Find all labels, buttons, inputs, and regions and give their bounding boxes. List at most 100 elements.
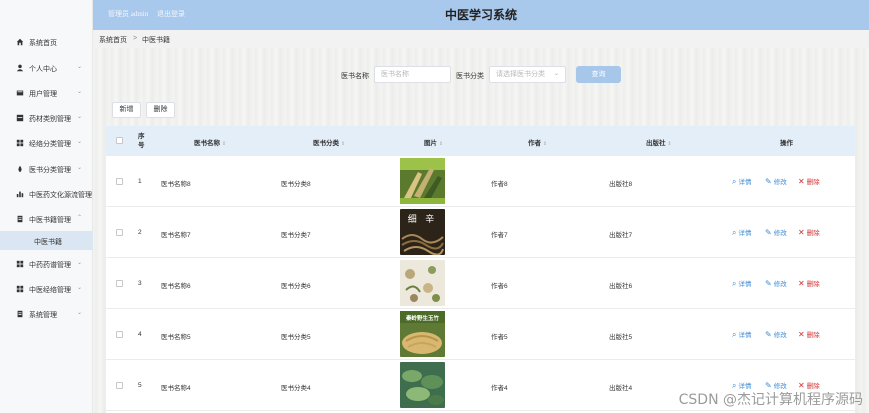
book-image — [400, 158, 445, 204]
pencil-icon: ✎ — [765, 279, 772, 288]
header-image[interactable]: 图片 ⇕ — [424, 137, 443, 147]
close-icon: ✕ — [798, 279, 805, 288]
sidebar-item-label: 中药药谱管理 — [29, 262, 71, 269]
row-book-name: 医书名称7 — [161, 232, 191, 239]
query-button[interactable]: 查询 — [576, 66, 621, 83]
watermark: CSDN @杰记计算机程序源码 — [678, 392, 863, 408]
row-publisher: 出版社4 — [609, 385, 633, 392]
delete-button[interactable]: ✕ 删除 — [798, 278, 820, 288]
sidebar-item-profile[interactable]: 个人中心 ⌄ — [0, 57, 93, 79]
detail-button[interactable]: ⌕ 详情 — [732, 329, 751, 340]
chevron-down-icon: ⌄ — [77, 165, 83, 171]
row-checkbox[interactable] — [116, 229, 123, 236]
header-category[interactable]: 医书分类 ⇕ — [313, 137, 345, 147]
delete-selected-button[interactable]: 删除 — [146, 102, 175, 118]
row-index: 2 — [138, 229, 142, 236]
row-author: 作者8 — [491, 181, 508, 188]
edit-button[interactable]: ✎ 修改 — [765, 278, 787, 288]
row-book-category: 医书分类8 — [281, 181, 311, 188]
edit-button[interactable]: ✎ 修改 — [765, 176, 787, 186]
select-all-checkbox[interactable] — [116, 137, 123, 144]
app-title: 中医学习系统 — [444, 8, 517, 22]
sidebar-item-label: 中医药文化源流管理 — [29, 192, 92, 199]
row-index: 3 — [138, 280, 142, 287]
sidebar: 系统首页 个人中心 ⌄ 用户管理 ⌄ 药材类别管理 ⌄ 经络分类管理 ⌄ 医书分… — [0, 0, 93, 413]
row-checkbox[interactable] — [116, 280, 123, 287]
sidebar-item-label: 药材类别管理 — [29, 116, 71, 123]
book-icon — [17, 310, 23, 318]
book-icon — [17, 215, 23, 223]
chevron-down-icon: ⌄ — [77, 285, 83, 291]
edit-button[interactable]: ✎ 修改 — [765, 329, 787, 339]
delete-button[interactable]: ✕ 删除 — [798, 329, 820, 339]
sidebar-item-label: 用户管理 — [29, 91, 57, 98]
row-author: 作者5 — [491, 334, 508, 341]
book-name-input[interactable]: 医书名称 — [374, 66, 451, 83]
detail-button[interactable]: ⌕ 详情 — [732, 176, 751, 187]
search-icon: ⌕ — [732, 330, 737, 339]
table-row: 3 医书名称6 医书分类6 作者6 出版社6 ⌕ 详情 ✎ 修改 ✕ 删除 — [106, 258, 855, 309]
grid-icon — [16, 260, 24, 268]
table-row: 2 医书名称7 医书分类7 细 辛 作者7 出版社7 ⌕ 详情 ✎ 修改 ✕ 删除 — [106, 207, 855, 258]
book-category-select[interactable]: 请选择医书分类 ⌄ — [489, 66, 566, 83]
sidebar-item-system[interactable]: 系统管理 ⌄ — [0, 303, 93, 325]
row-author: 作者4 — [491, 385, 508, 392]
breadcrumb-current: 中医书籍 — [142, 37, 170, 44]
row-book-name: 医书名称6 — [161, 283, 191, 290]
book-image: 秦岭野生玉竹 — [400, 311, 445, 357]
book-name-label: 医书名称 — [341, 73, 369, 80]
sidebar-item-book-category[interactable]: 医书分类管理 ⌄ — [0, 158, 93, 180]
chevron-down-icon: ⌄ — [77, 139, 83, 145]
sort-icon: ⇕ — [341, 141, 346, 147]
header-author[interactable]: 作者 ⇕ — [528, 137, 547, 147]
row-book-name: 医书名称8 — [161, 181, 191, 188]
book-image — [400, 260, 445, 306]
table-row: 4 医书名称5 医书分类5 秦岭野生玉竹 作者5 出版社5 ⌕ 详情 ✎ 修改 ✕ 删… — [106, 309, 855, 360]
breadcrumb: 系统首页 > 中医书籍 — [93, 30, 869, 48]
header-index: 序号 — [138, 133, 145, 149]
sort-icon: ⇕ — [667, 141, 672, 147]
row-checkbox[interactable] — [116, 178, 123, 185]
header-publisher[interactable]: 出版社 ⇕ — [646, 137, 672, 147]
delete-button[interactable]: ✕ 删除 — [798, 176, 820, 186]
close-icon: ✕ — [798, 228, 805, 237]
sidebar-item-herb-category[interactable]: 药材类别管理 ⌄ — [0, 107, 93, 129]
detail-button[interactable]: ⌕ 详情 — [732, 227, 751, 238]
book-image — [400, 362, 445, 408]
sidebar-item-label: 经络分类管理 — [29, 141, 71, 148]
sidebar-subitem-books[interactable]: 中医书籍 — [0, 231, 93, 250]
detail-button[interactable]: ⌕ 详情 — [732, 278, 751, 289]
sidebar-item-books[interactable]: 中医书籍管理 ⌃ — [0, 208, 93, 230]
sidebar-item-home[interactable]: 系统首页 — [0, 31, 93, 53]
row-publisher: 出版社6 — [609, 283, 633, 290]
sort-icon: ⇕ — [222, 141, 227, 147]
pencil-icon: ✎ — [765, 228, 772, 237]
row-index: 4 — [138, 331, 142, 338]
close-icon: ✕ — [798, 177, 805, 186]
breadcrumb-home[interactable]: 系统首页 — [99, 35, 127, 45]
add-button[interactable]: 新增 — [112, 102, 141, 118]
row-book-category: 医书分类5 — [281, 334, 311, 341]
row-book-category: 医书分类7 — [281, 232, 311, 239]
row-book-name: 医书名称5 — [161, 334, 191, 341]
delete-button[interactable]: ✕ 删除 — [798, 227, 820, 237]
close-icon: ✕ — [798, 330, 805, 339]
sort-icon: ⇕ — [439, 141, 444, 147]
books-table: 序号 医书名称 ⇕ 医书分类 ⇕ 图片 ⇕ 作者 ⇕ 出版社 ⇕ 操作 1 医书名称8 医… — [106, 126, 855, 413]
header-name[interactable]: 医书名称 ⇕ — [194, 137, 226, 147]
sidebar-item-meridians[interactable]: 中医经络管理 ⌄ — [0, 278, 93, 300]
table-row: 1 医书名称8 医书分类8 作者8 出版社8 ⌕ 详情 ✎ 修改 ✕ 删除 — [106, 156, 855, 207]
row-index: 5 — [138, 382, 142, 389]
row-checkbox[interactable] — [116, 331, 123, 338]
sidebar-item-culture[interactable]: 中医药文化源流管理 — [0, 183, 93, 205]
sidebar-item-label: 系统首页 — [29, 40, 57, 47]
sidebar-item-herbal-recipes[interactable]: 中药药谱管理 ⌄ — [0, 253, 93, 275]
sidebar-item-users[interactable]: 用户管理 ⌄ — [0, 82, 93, 104]
row-author: 作者7 — [491, 232, 508, 239]
edit-button[interactable]: ✎ 修改 — [765, 227, 787, 237]
row-checkbox[interactable] — [116, 382, 123, 389]
user-icon — [16, 64, 24, 72]
sidebar-item-meridian-category[interactable]: 经络分类管理 ⌄ — [0, 132, 93, 154]
pencil-icon: ✎ — [765, 330, 772, 339]
grid-icon — [16, 139, 24, 147]
